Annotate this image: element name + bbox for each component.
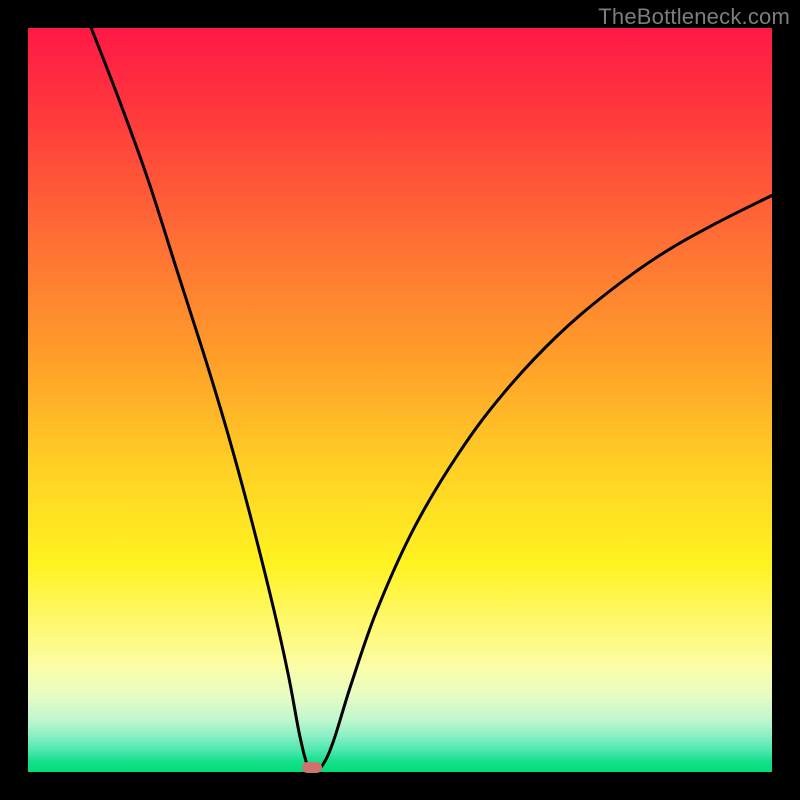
- bottleneck-curve: [91, 28, 772, 769]
- plot-area: [28, 28, 772, 772]
- watermark-label: TheBottleneck.com: [598, 4, 790, 30]
- optimum-marker: [302, 762, 322, 773]
- chart-frame: TheBottleneck.com: [0, 0, 800, 800]
- curve-svg: [28, 28, 772, 772]
